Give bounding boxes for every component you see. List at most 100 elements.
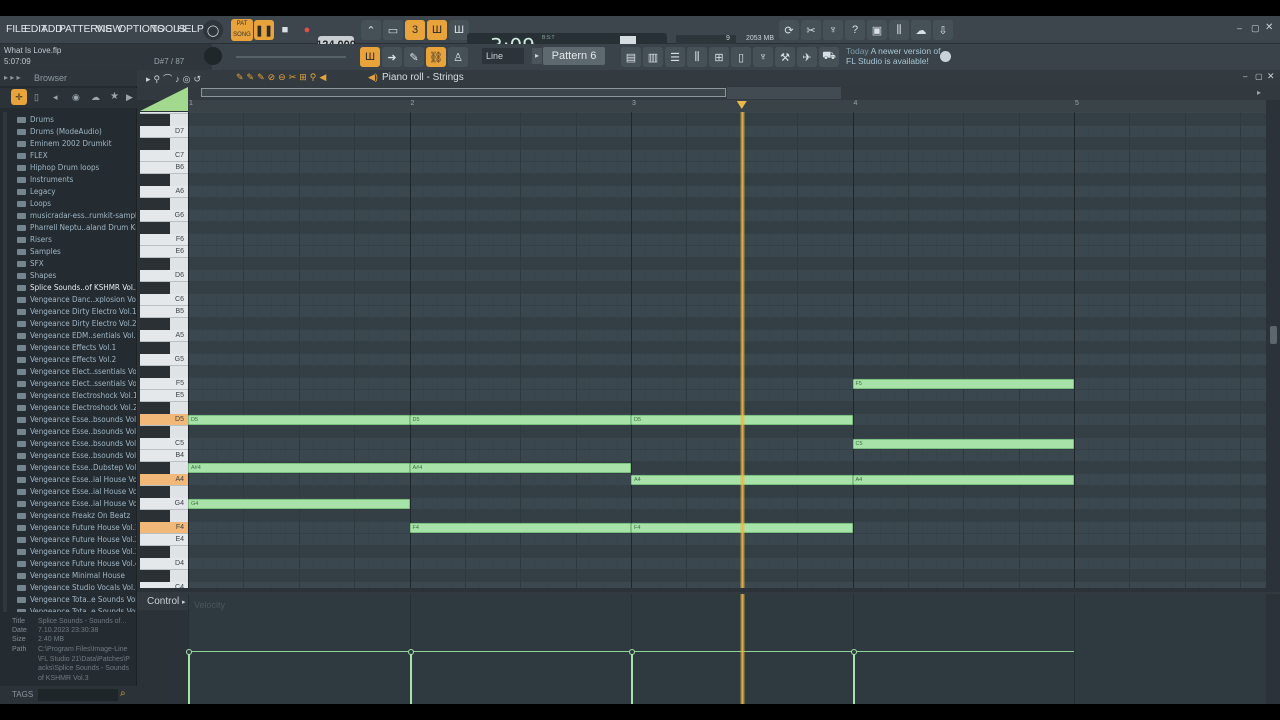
velocity-bar[interactable]	[409, 651, 412, 704]
mixer-icon[interactable]: ⫼	[889, 20, 909, 40]
help-icon[interactable]: ?	[845, 20, 865, 40]
file-icon[interactable]: ▯	[731, 47, 751, 67]
velocity-bar[interactable]	[852, 651, 855, 704]
black-key[interactable]	[140, 113, 170, 126]
wait-for-input-icon[interactable]: ▭	[383, 20, 403, 40]
browser-cloud-icon[interactable]: ☁	[91, 92, 100, 103]
browser-folder-item[interactable]: Drums	[14, 114, 136, 126]
control-scrollbar[interactable]	[1266, 594, 1280, 704]
pr-minimize-icon[interactable]: –	[1243, 72, 1247, 81]
pencil-icon[interactable]: ✎	[404, 47, 424, 67]
browser-folder-item[interactable]: Vengeance Effects Vol.2	[14, 354, 136, 366]
master-volume-knob-icon[interactable]: ◯	[203, 20, 223, 40]
close-icon[interactable]: ✕	[1265, 22, 1273, 33]
black-key[interactable]	[140, 461, 170, 474]
browser-folder-item[interactable]: Vengeance Esse..Dubstep Vol.1	[14, 462, 136, 474]
control-label[interactable]: Control ▸	[147, 596, 186, 607]
browser-play-icon[interactable]: ▶	[126, 92, 133, 103]
cut-tool-icon[interactable]: ✂	[801, 20, 821, 40]
loop-record-icon[interactable]: Ш	[449, 20, 469, 40]
note[interactable]: A#4	[409, 462, 631, 473]
black-key[interactable]	[140, 197, 170, 210]
tags-search-input[interactable]	[38, 689, 118, 701]
black-key[interactable]	[140, 173, 170, 186]
black-key[interactable]	[140, 137, 170, 150]
scroll-right-icon[interactable]: ▸	[1257, 88, 1261, 97]
browser-folder-item[interactable]: FLEX	[14, 150, 136, 162]
browser-arrows-icon[interactable]: ▸ ▸ ▸	[4, 73, 21, 82]
link-icon[interactable]: ⛓	[426, 47, 446, 67]
velocity-bar[interactable]	[188, 651, 190, 704]
browser-folder-item[interactable]: Vengeance Tota..e Sounds Vol.1	[14, 594, 136, 606]
browser-folder-item[interactable]: Vengeance Tota..e Sounds Vol.2	[14, 606, 136, 612]
piano-roll-snap-icon[interactable]: Ш	[360, 47, 380, 67]
black-key[interactable]	[140, 569, 170, 582]
black-key[interactable]	[140, 401, 170, 414]
arrow-icon[interactable]: ➜	[382, 47, 402, 67]
vertical-scroll-thumb[interactable]	[1270, 326, 1277, 344]
browser-folder-item[interactable]: Vengeance Danc..xplosion Vol.1	[14, 294, 136, 306]
browser-icon[interactable]: ⊞	[709, 47, 729, 67]
news-panel[interactable]: Today A newer version of FL Studio is av…	[846, 46, 941, 66]
browser-folder-item[interactable]: Hiphop Drum loops	[14, 162, 136, 174]
browser-folder-item[interactable]: Vengeance Effects Vol.1	[14, 342, 136, 354]
plugin-icon[interactable]: ♆	[753, 47, 773, 67]
pr-maximize-icon[interactable]: ▢	[1255, 72, 1263, 81]
channel-rack-icon[interactable]: ☰	[665, 47, 685, 67]
browser-folder-item[interactable]: Instruments	[14, 174, 136, 186]
piano-roll-menu-icon[interactable]: ◀)	[368, 72, 378, 83]
black-key[interactable]	[140, 365, 170, 378]
black-key[interactable]	[140, 545, 170, 558]
velocity-handle[interactable]	[629, 649, 635, 655]
tools-icon[interactable]: ⚒	[775, 47, 795, 67]
velocity-handle[interactable]	[407, 649, 414, 655]
tags-label[interactable]: TAGS	[12, 690, 33, 699]
browser-folder-item[interactable]: Vengeance Future House Vol.3	[14, 546, 136, 558]
vertical-scrollbar[interactable]	[1266, 100, 1280, 588]
browser-folder-item[interactable]: SFX	[14, 258, 136, 270]
overview-scroll-thumb[interactable]	[201, 88, 726, 97]
pr-close-icon[interactable]: ✕	[1267, 71, 1275, 82]
blend-notes-icon[interactable]: Ш	[427, 20, 447, 40]
note[interactable]: A#4	[188, 462, 410, 473]
black-key[interactable]	[140, 425, 170, 438]
note[interactable]: D5	[409, 414, 631, 425]
pattern-overview[interactable]: ▸	[137, 86, 1280, 100]
browser-folder-item[interactable]: Vengeance Future House Vol.2	[14, 534, 136, 546]
browser-folder-item[interactable]: Vengeance Minimal House	[14, 570, 136, 582]
browser-folder-item[interactable]: Legacy	[14, 186, 136, 198]
browser-folder-item[interactable]: Risers	[14, 234, 136, 246]
browser-folder-item[interactable]: Vengeance Esse..bsounds Vol.1	[14, 414, 136, 426]
black-key[interactable]	[140, 281, 170, 294]
microphone-icon[interactable]: ♆	[823, 20, 843, 40]
shop-icon[interactable]: ⛟	[819, 47, 839, 67]
browser-folder-item[interactable]: Vengeance Electroshock Vol.1	[14, 390, 136, 402]
stamp-icon[interactable]: ♙	[448, 47, 468, 67]
chat-icon[interactable]: ☁	[911, 20, 931, 40]
download-icon[interactable]: ⇩	[933, 20, 953, 40]
piano-roll-title[interactable]: Piano roll - Strings	[382, 72, 464, 83]
note[interactable]: G4	[188, 498, 410, 509]
browser-folder-item[interactable]: Pharrell Neptu..aland Drum Kit	[14, 222, 136, 234]
browser-folder-item[interactable]: Vengeance Dirty Electro Vol.1	[14, 306, 136, 318]
time-ruler[interactable]: 1 2 3 4 5	[188, 100, 1266, 112]
plugin-picker-icon[interactable]: ✈	[797, 47, 817, 67]
search-icon[interactable]: ⌕	[120, 688, 126, 699]
minimize-icon[interactable]: –	[1237, 23, 1242, 33]
black-key[interactable]	[140, 257, 170, 270]
browser-folder-item[interactable]: Vengeance Elect..ssentials Vol.1	[14, 366, 136, 378]
draw-tools-icon[interactable]: ✎✎✎⊘⊖✂⊞⚲◀	[236, 72, 329, 83]
browser-folder-item[interactable]: Shapes	[14, 270, 136, 282]
piano-roll-tools-icon[interactable]: ▸⚲⌒♪◎↺	[146, 72, 204, 85]
velocity-bar[interactable]	[631, 651, 633, 704]
browser-folder-item[interactable]: Vengeance Studio Vocals Vol.1	[14, 582, 136, 594]
note[interactable]: A4	[852, 474, 1074, 485]
browser-folder-item[interactable]: Samples	[14, 246, 136, 258]
black-key[interactable]	[140, 485, 170, 498]
note[interactable]: F4	[409, 522, 631, 533]
browser-folder-item[interactable]: Vengeance Esse..bsounds Vol.4	[14, 450, 136, 462]
browser-folder-item[interactable]: Vengeance Future House Vol.1	[14, 522, 136, 534]
maximize-icon[interactable]: ▢	[1251, 23, 1260, 34]
browser-file-icon[interactable]: ▯	[34, 92, 39, 103]
menu-help[interactable]: HELP	[177, 23, 204, 35]
